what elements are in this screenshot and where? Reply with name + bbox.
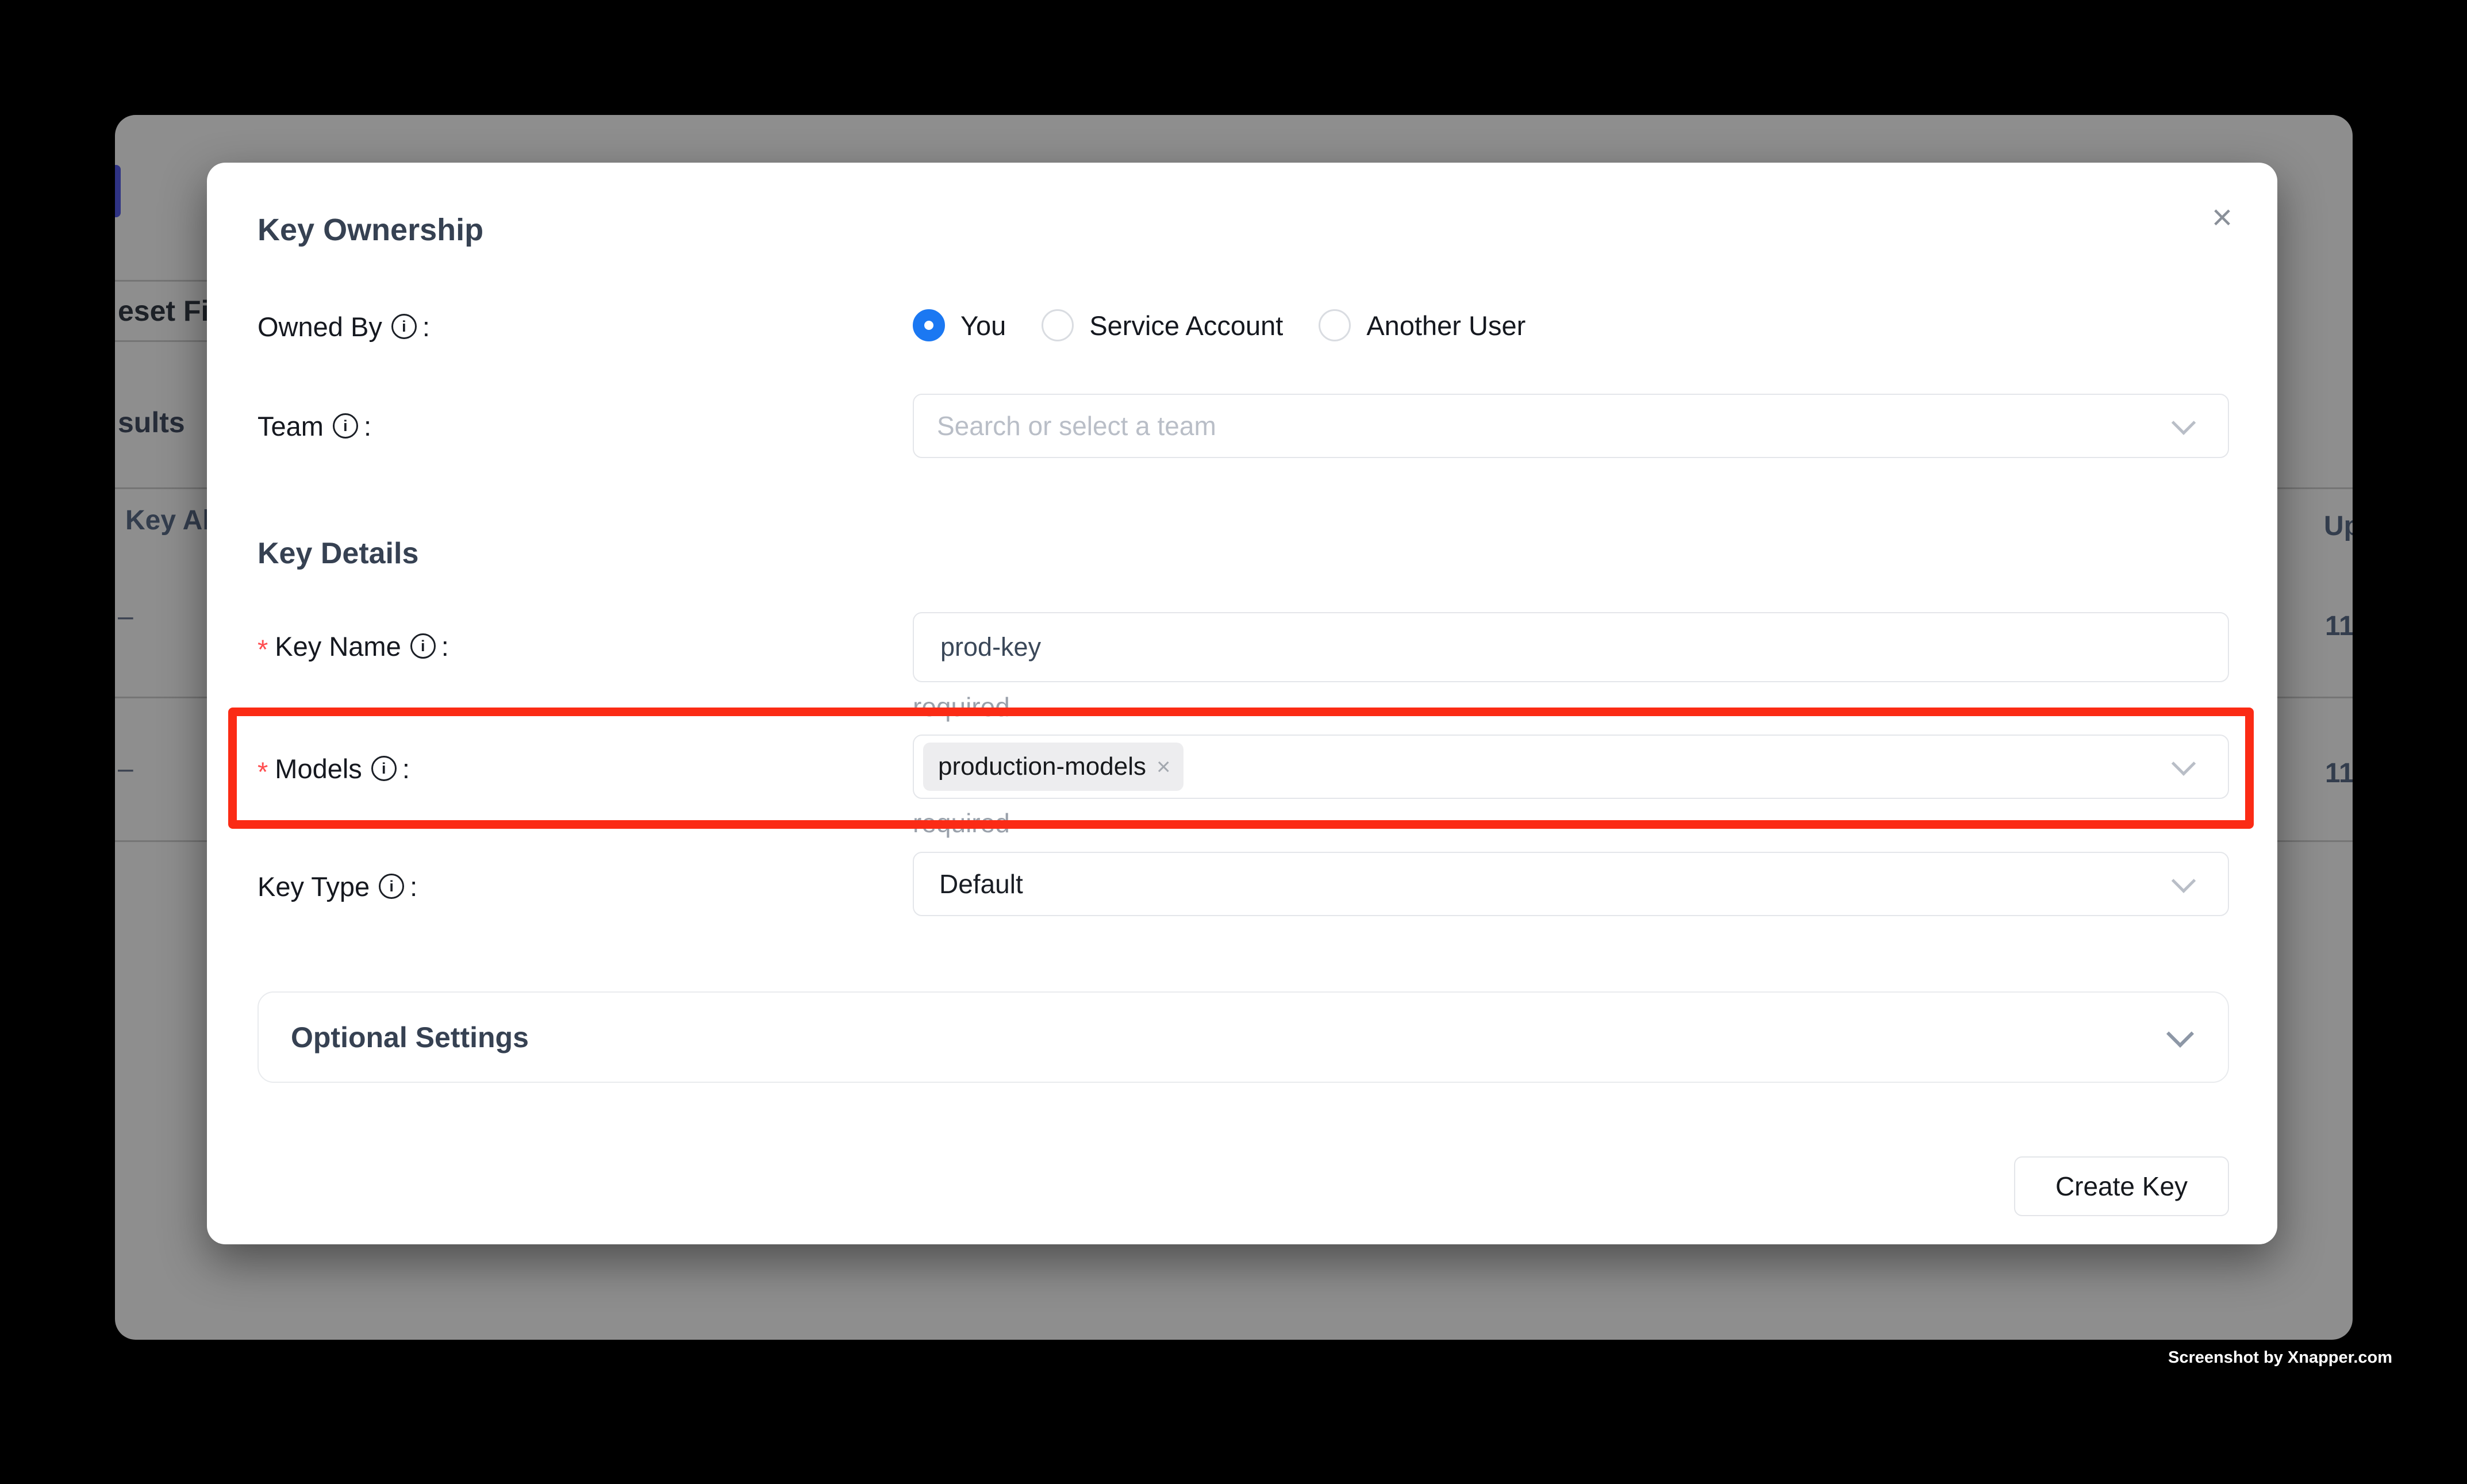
- radio-icon[interactable]: [1042, 309, 1074, 341]
- optional-settings-toggle[interactable]: Optional Settings: [258, 991, 2229, 1083]
- table-row-updated: 11/: [2325, 610, 2353, 642]
- info-icon[interactable]: [391, 314, 417, 339]
- table-row-cell: –: [118, 601, 133, 632]
- create-new-key-button-partial[interactable]: [115, 165, 121, 217]
- models-label: * Models :: [258, 751, 410, 786]
- radio-option-another-user[interactable]: Another User: [1319, 309, 1525, 341]
- radio-option-you[interactable]: You: [913, 309, 1006, 341]
- tag-remove-icon[interactable]: ×: [1156, 755, 1171, 779]
- required-asterisk: *: [258, 756, 268, 787]
- owned-by-label: Owned By :: [258, 309, 430, 344]
- key-name-value: prod-key: [914, 632, 1041, 662]
- team-select[interactable]: Search or select a team: [913, 394, 2229, 458]
- radio-icon[interactable]: [1319, 309, 1351, 341]
- optional-settings-heading: Optional Settings: [259, 1021, 529, 1054]
- models-select[interactable]: production-models ×: [913, 735, 2229, 799]
- models-validation-text: required: [913, 808, 1010, 839]
- chevron-down-icon: [2166, 1020, 2194, 1047]
- selected-model-tag: production-models ×: [923, 743, 1183, 791]
- table-row-cell: –: [118, 753, 133, 785]
- screenshot-canvas: eset Filt sults Key Alia Up – 11/ – 11/ …: [0, 0, 2467, 1484]
- key-type-select[interactable]: Default: [913, 852, 2229, 916]
- owned-by-radio-group: You Service Account Another User: [913, 306, 1525, 344]
- info-icon[interactable]: [410, 633, 436, 659]
- key-type-value: Default: [914, 868, 1023, 899]
- radio-option-service-account[interactable]: Service Account: [1042, 309, 1283, 341]
- chevron-down-icon: [2172, 751, 2196, 775]
- chevron-down-icon: [2172, 868, 2196, 893]
- column-header-updated: Up: [2324, 510, 2353, 542]
- info-icon[interactable]: [333, 413, 358, 439]
- key-name-label: * Key Name :: [258, 629, 449, 663]
- team-label: Team :: [258, 409, 371, 443]
- create-key-modal: × Key Ownership Owned By : You Service A…: [207, 163, 2277, 1244]
- radio-selected-icon[interactable]: [913, 309, 945, 341]
- create-key-button[interactable]: Create Key: [2014, 1156, 2229, 1216]
- info-icon[interactable]: [379, 874, 404, 899]
- required-asterisk: *: [258, 633, 268, 665]
- reset-filters-label-fragment: eset Filt: [115, 294, 207, 328]
- chevron-down-icon: [2172, 410, 2196, 435]
- close-icon[interactable]: ×: [2200, 196, 2244, 240]
- key-type-label: Key Type :: [258, 869, 417, 904]
- modal-title: Key Ownership: [258, 212, 483, 248]
- info-icon[interactable]: [371, 756, 397, 781]
- watermark-text: Screenshot by Xnapper.com: [2168, 1348, 2392, 1367]
- key-name-validation-text: required: [913, 691, 1010, 722]
- table-row-updated: 11/: [2325, 758, 2353, 789]
- team-select-placeholder: Search or select a team: [914, 410, 1216, 441]
- key-name-input[interactable]: prod-key: [913, 612, 2229, 682]
- key-details-heading: Key Details: [258, 536, 418, 571]
- results-count-fragment: sults: [118, 406, 185, 439]
- reset-filters-button-partial[interactable]: eset Filt: [115, 280, 207, 342]
